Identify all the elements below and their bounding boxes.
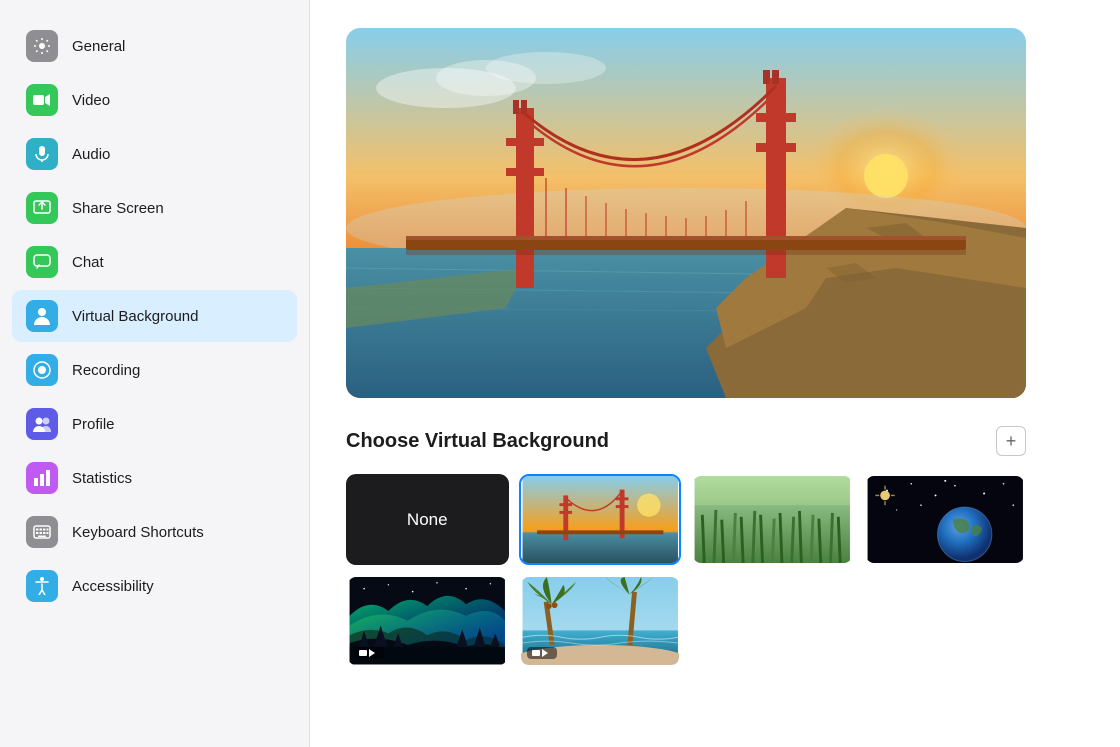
main-content: Choose Virtual Background + None <box>310 0 1120 747</box>
audio-label: Audio <box>72 146 110 163</box>
empty-slot-1 <box>691 575 854 666</box>
add-background-button[interactable]: + <box>996 426 1026 456</box>
bg-option-aurora[interactable] <box>346 575 509 666</box>
video-icon-overlay-beach <box>527 647 557 659</box>
sidebar-item-chat[interactable]: Chat <box>12 236 297 288</box>
sidebar-item-statistics[interactable]: Statistics <box>12 452 297 504</box>
background-grid-row2 <box>346 575 1026 666</box>
statistics-icon <box>26 462 58 494</box>
none-label: None <box>407 510 448 530</box>
accessibility-label: Accessibility <box>72 578 154 595</box>
preview-image <box>346 28 1026 398</box>
bg-option-none[interactable]: None <box>346 474 509 565</box>
general-icon <box>26 30 58 62</box>
sharescreen-label: Share Screen <box>72 200 164 217</box>
keyboard-icon <box>26 516 58 548</box>
general-label: General <box>72 38 125 55</box>
chat-label: Chat <box>72 254 104 271</box>
section-header: Choose Virtual Background + <box>346 426 1026 456</box>
section-title: Choose Virtual Background <box>346 430 609 453</box>
recording-label: Recording <box>72 362 140 379</box>
virtualbg-icon <box>26 300 58 332</box>
profile-icon <box>26 408 58 440</box>
sidebar-item-virtualbg[interactable]: Virtual Background <box>12 290 297 342</box>
background-grid-row1: None <box>346 474 1026 565</box>
sidebar-item-profile[interactable]: Profile <box>12 398 297 450</box>
audio-icon <box>26 138 58 170</box>
sidebar-item-recording[interactable]: Recording <box>12 344 297 396</box>
sidebar: General Video Audio Share Screen Chat Virtual… <box>0 0 310 747</box>
bg-option-space[interactable] <box>864 474 1027 565</box>
chat-icon <box>26 246 58 278</box>
sidebar-item-keyboard[interactable]: Keyboard Shortcuts <box>12 506 297 558</box>
profile-label: Profile <box>72 416 115 433</box>
bg-option-beach[interactable] <box>519 575 682 666</box>
sidebar-item-sharescreen[interactable]: Share Screen <box>12 182 297 234</box>
accessibility-icon <box>26 570 58 602</box>
video-icon-overlay-aurora <box>354 647 384 659</box>
sidebar-item-audio[interactable]: Audio <box>12 128 297 180</box>
sharescreen-icon <box>26 192 58 224</box>
sidebar-item-video[interactable]: Video <box>12 74 297 126</box>
bg-option-grass[interactable] <box>691 474 854 565</box>
video-label: Video <box>72 92 110 109</box>
empty-slot-2 <box>864 575 1027 666</box>
keyboard-label: Keyboard Shortcuts <box>72 524 204 541</box>
statistics-label: Statistics <box>72 470 132 487</box>
recording-icon <box>26 354 58 386</box>
video-icon <box>26 84 58 116</box>
bg-option-golden-gate[interactable] <box>519 474 682 565</box>
virtualbg-label: Virtual Background <box>72 308 198 325</box>
sidebar-item-general[interactable]: General <box>12 20 297 72</box>
sidebar-item-accessibility[interactable]: Accessibility <box>12 560 297 612</box>
